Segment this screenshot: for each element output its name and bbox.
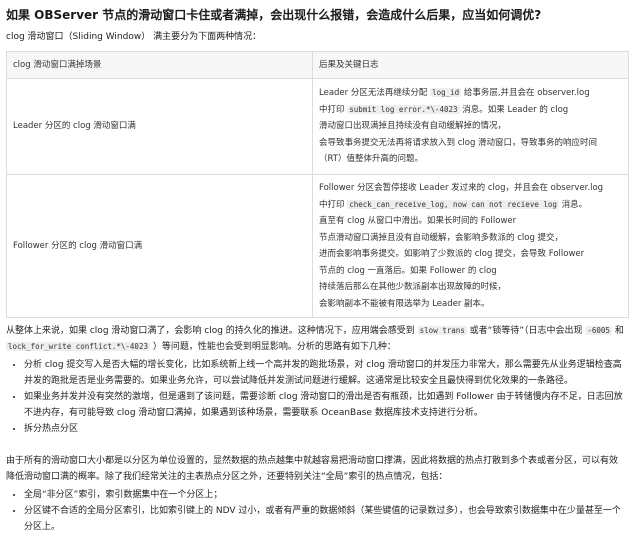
cell-line: （RT）值整体升高的问题。 [319,154,423,165]
inline-code: slow trans [417,326,467,335]
cell-line: 中打印 check_can_receive_log, now can not r… [319,199,588,210]
intro-text: clog 滑动窗口（Sliding Window） 满主要分为下面两种情况： [6,32,262,42]
inline-code: submit log error.*\-4023 [347,104,460,114]
cell-line: 节点滑动窗口满掉且没有自动缓解，会影响多数派的 clog 提交， [319,232,564,243]
list-item: 分区键不合适的全局分区索引，比如索引键上的 NDV 过小，或者有严重的数据倾斜（… [24,503,624,535]
cell-line: Leader 分区无法再继续分配 log_id 给事务层,并且会在 observ… [319,88,590,99]
analysis-paragraph: 从整体上来说，如果 clog 滑动窗口满了，会影响 clog 的持久化的推进。这… [6,326,624,352]
scenario-cell: Follower 分区的 clog 滑动窗口满 [6,174,313,318]
inline-code: -6005 [585,326,612,335]
inline-code: check_can_receive_log, now can not recie… [347,199,559,209]
cell-line: 滑动窗口出现满掉且持续没有自动缓解掉的情况， [319,121,507,132]
scenario-cell: Leader 分区的 clog 滑动窗口满 [6,78,313,175]
inline-code: lock_for_write conflict.*\-4023 [6,342,150,351]
cell-line: 节点的 clog 一直落后。如果 Follower 的 clog [319,265,497,276]
cell-line: 持续落后那么在其他少数派副本出现故障的时候， [319,282,507,292]
scenario-table: clog 滑动窗口满掉场景 后果及关键日志 Leader 分区的 clog 滑动… [6,51,629,318]
consequence-cell: Leader 分区无法再继续分配 log_id 给事务层,并且会在 observ… [312,78,629,175]
cell-line: 直至有 clog 从窗口中滑出。如果长时间的 Follower [319,216,517,226]
cell-line: 会导致事务提交无法再将请求放入到 clog 滑动窗口，导致事务的响应时间 [319,137,598,148]
hotspot-paragraph: 由于所有的滑动窗口大小都是以分区为单位设置的，显然数据的热点越集中就越容易把滑动… [6,456,619,482]
table-row: Leader 分区的 clog 滑动窗口满 Leader 分区无法再继续分配 l… [6,78,629,175]
table-row: Follower 分区的 clog 滑动窗口满 Follower 分区会暂停接收… [6,174,629,318]
cell-line: Follower 分区会暂停接收 Leader 发过来的 clog，并且会在 o… [319,183,604,193]
analysis-list: 分析 clog 提交写入是否大幅的增长变化，比如系统新上线一个高并发的跑批场景，… [6,357,624,437]
cell-line: 中打印 submit log error.*\-4023 消息。如果 Leade… [319,104,569,115]
consequence-cell: Follower 分区会暂停接收 Leader 发过来的 clog，并且会在 o… [312,174,629,318]
table-header-scenario: clog 滑动窗口满掉场景 [6,51,313,79]
list-item: 全局“非分区”索引，索引数据集中在一个分区上； [24,487,624,503]
table-header-consequence: 后果及关键日志 [312,51,629,79]
table-header-row: clog 滑动窗口满掉场景 后果及关键日志 [6,51,629,79]
list-item: 分析 clog 提交写入是否大幅的增长变化，比如系统新上线一个高并发的跑批场景，… [24,357,624,389]
inline-code: log_id [430,88,462,98]
page: 如果 OBServer 节点的滑动窗口卡住或者满掉，会出现什么报错，会造成什么后… [0,0,632,532]
page-title: 如果 OBServer 节点的滑动窗口卡住或者满掉，会出现什么报错，会造成什么后… [6,8,542,22]
cell-line: 会影响副本不能被有限选举为 Leader 副本。 [319,298,490,309]
index-list: 全局“非分区”索引，索引数据集中在一个分区上； 分区键不合适的全局分区索引，比如… [6,487,624,535]
list-item: 拆分热点分区 [24,421,624,437]
list-item: 如果业务并发并没有突然的激增，但是遇到了该问题，需要诊断 clog 滑动窗口的滑… [24,389,624,421]
cell-line: 进而会影响事务提交。如影响了少数派的 clog 提交，会导致 Follower [319,249,585,259]
